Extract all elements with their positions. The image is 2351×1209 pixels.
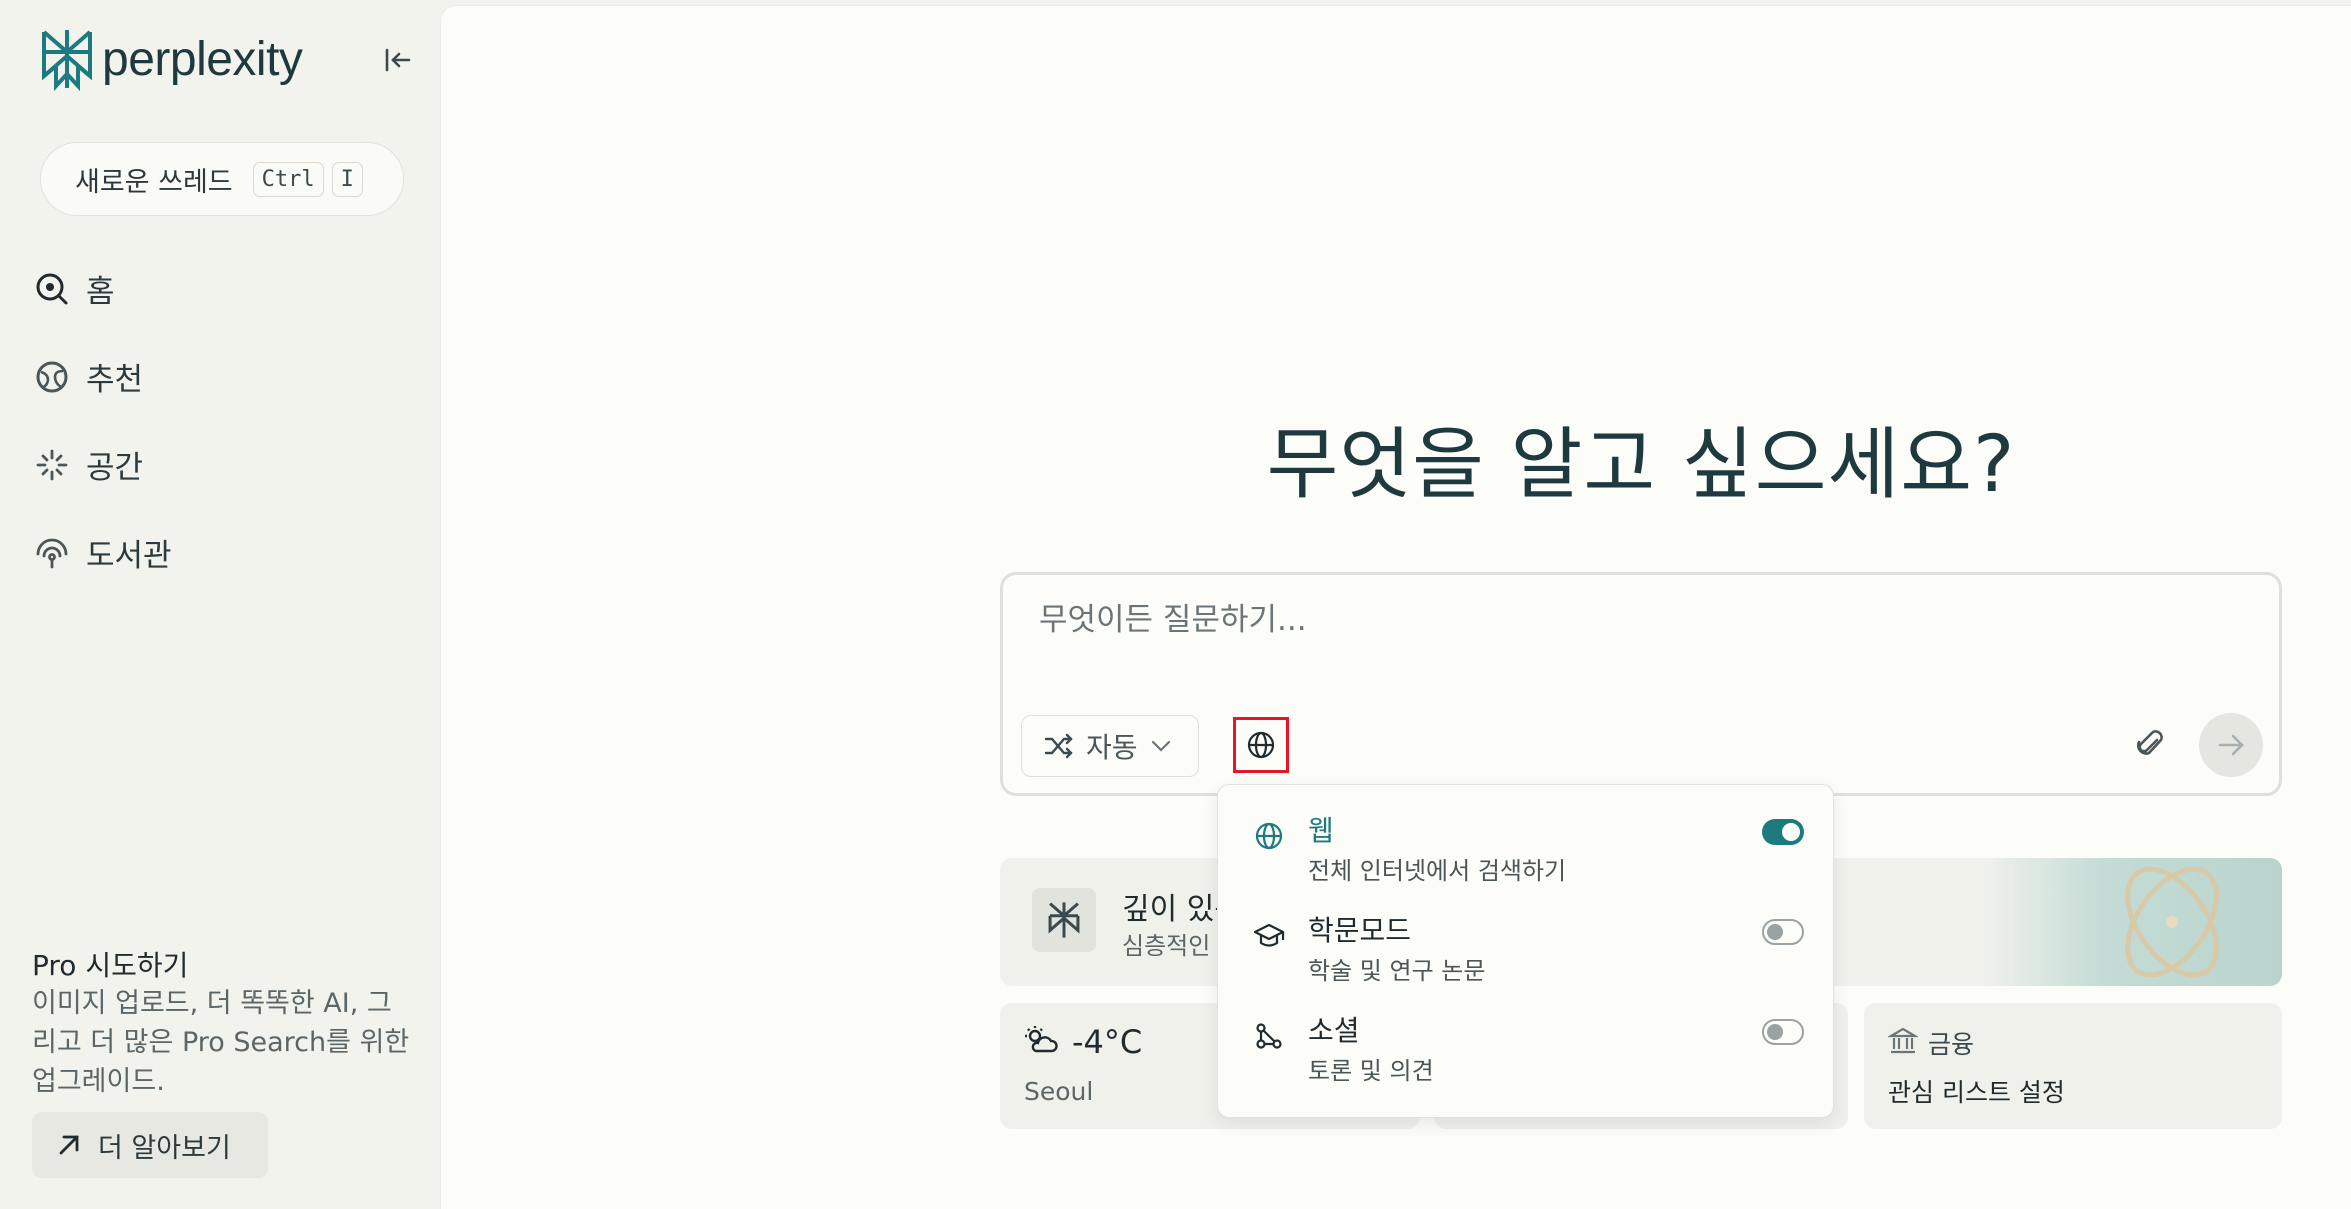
perplexity-logo-icon bbox=[42, 30, 92, 92]
globe-icon bbox=[1247, 731, 1275, 759]
globe-icon bbox=[1252, 819, 1286, 853]
perplexity-mark-icon bbox=[1032, 888, 1096, 952]
new-thread-label: 새로운 쓰레드 bbox=[75, 166, 233, 198]
attach-file-button[interactable] bbox=[2131, 725, 2171, 765]
sidebar-item-spaces[interactable]: 공간 bbox=[34, 442, 143, 487]
sidebar-item-library[interactable]: 도서관 bbox=[34, 530, 172, 575]
pro-description: 이미지 업로드, 더 똑똑한 AI, 그리고 더 많은 Pro Search를 … bbox=[32, 988, 410, 1097]
social-toggle[interactable] bbox=[1762, 1019, 1804, 1045]
focus-option-description: 토론 및 의견 bbox=[1308, 1057, 1434, 1085]
brand-name: perplexity bbox=[102, 32, 303, 86]
spaces-icon bbox=[34, 447, 70, 483]
submit-button[interactable] bbox=[2199, 713, 2263, 777]
mode-label: 자동 bbox=[1086, 731, 1138, 764]
new-thread-button[interactable]: 새로운 쓰레드 Ctrl I bbox=[40, 142, 404, 216]
home-icon bbox=[34, 271, 70, 307]
learn-more-button[interactable]: 더 알아보기 bbox=[32, 1112, 268, 1178]
page-title: 무엇을 알고 싶으세요? bbox=[1266, 420, 2016, 510]
perplexity-logo[interactable]: perplexity bbox=[38, 26, 303, 92]
shortcut-i-key: I bbox=[331, 161, 363, 197]
weather-city: Seoul bbox=[1024, 1077, 1094, 1106]
sidebar-item-label: 홈 bbox=[86, 274, 115, 310]
focus-option-description: 학술 및 연구 논문 bbox=[1308, 957, 1486, 985]
orbit-art-icon bbox=[2125, 866, 2219, 978]
bank-icon bbox=[1886, 1025, 1920, 1059]
finance-subtitle: 관심 리스트 설정 bbox=[1888, 1078, 2065, 1107]
search-input[interactable] bbox=[1037, 601, 2041, 639]
sidebar-item-home[interactable]: 홈 bbox=[34, 266, 115, 311]
focus-option-academic[interactable]: 학문모드 학술 및 연구 논문 bbox=[1218, 885, 1835, 985]
focus-option-label: 웹 bbox=[1308, 814, 1334, 847]
collapse-icon bbox=[385, 48, 411, 72]
library-icon bbox=[34, 535, 70, 571]
sidebar-item-label: 추천 bbox=[86, 362, 144, 398]
weather-partly-sunny-icon bbox=[1024, 1025, 1058, 1059]
mode-selector-button[interactable]: 자동 bbox=[1021, 715, 1199, 777]
academic-toggle[interactable] bbox=[1762, 919, 1804, 945]
focus-sources-menu: 웹 전체 인터넷에서 검색하기 학문모드 학술 및 연구 논문 소셜 토론 및 … bbox=[1217, 784, 1834, 1118]
web-toggle[interactable] bbox=[1762, 819, 1804, 845]
promo-artwork bbox=[1982, 858, 2282, 986]
focus-sources-button[interactable] bbox=[1233, 717, 1289, 773]
arrow-up-right-icon bbox=[59, 1135, 79, 1155]
finance-card[interactable]: 금융 관심 리스트 설정 bbox=[1864, 1003, 2282, 1129]
paperclip-icon bbox=[2137, 730, 2163, 755]
collapse-sidebar-button[interactable] bbox=[380, 42, 416, 78]
discover-icon bbox=[34, 359, 70, 395]
focus-option-description: 전체 인터넷에서 검색하기 bbox=[1308, 857, 1567, 885]
weather-temperature: -4°C bbox=[1072, 1023, 1143, 1061]
focus-option-label: 소셜 bbox=[1308, 1014, 1360, 1047]
learn-more-label: 더 알아보기 bbox=[98, 1132, 231, 1164]
focus-option-social[interactable]: 소셜 토론 및 의견 bbox=[1218, 985, 1835, 1085]
sidebar-item-label: 공간 bbox=[86, 450, 144, 486]
social-network-icon bbox=[1252, 1019, 1286, 1053]
promo-subtitle: 심층적인 bbox=[1122, 932, 1211, 960]
chevron-down-icon bbox=[1151, 740, 1170, 752]
finance-label: 금융 bbox=[1928, 1030, 1975, 1059]
shuffle-icon bbox=[1044, 733, 1073, 759]
focus-option-web[interactable]: 웹 전체 인터넷에서 검색하기 bbox=[1218, 785, 1835, 885]
shortcut-ctrl-key: Ctrl bbox=[252, 161, 324, 197]
arrow-right-icon bbox=[2218, 734, 2244, 756]
pro-title: Pro 시도하기 bbox=[32, 949, 189, 982]
search-box: 자동 bbox=[1000, 572, 2282, 796]
focus-option-label: 학문모드 bbox=[1308, 914, 1412, 947]
sidebar: perplexity 새로운 쓰레드 Ctrl I 홈 추천 공간 도서관 Pr… bbox=[0, 0, 440, 1208]
sidebar-item-discover[interactable]: 추천 bbox=[34, 354, 143, 399]
graduation-cap-icon bbox=[1252, 919, 1286, 953]
sidebar-item-label: 도서관 bbox=[86, 538, 172, 574]
